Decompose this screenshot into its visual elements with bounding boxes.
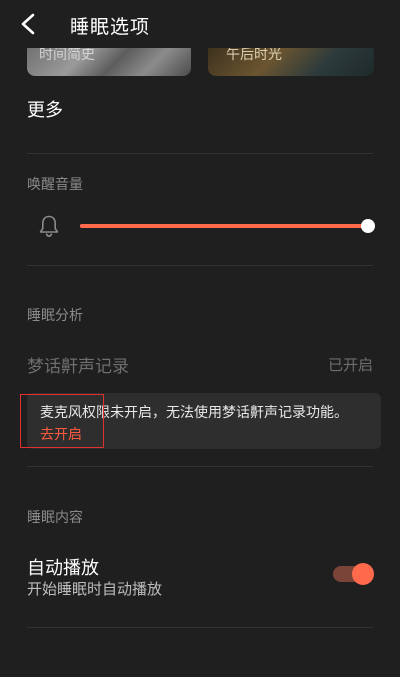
wake-volume-slider[interactable] — [80, 219, 375, 233]
autoplay-description: 开始睡眠时自动播放 — [27, 580, 163, 598]
divider — [27, 466, 373, 467]
enable-mic-link[interactable]: 去开启 — [40, 424, 82, 444]
divider — [27, 627, 373, 628]
back-button[interactable] — [12, 8, 44, 40]
toggle-knob — [352, 563, 374, 585]
page-title: 睡眠选项 — [70, 16, 151, 38]
divider — [27, 265, 373, 266]
autoplay-title: 自动播放 — [27, 558, 99, 579]
mic-permission-message: 麦克风权限未开启，无法使用梦话鼾声记录功能。 — [40, 405, 348, 421]
dream-talk-record-status: 已开启 — [327, 356, 373, 374]
bell-icon — [39, 215, 59, 238]
section-title-sleep-analysis: 睡眠分析 — [27, 308, 83, 324]
more-link[interactable]: 更多 — [27, 96, 63, 122]
sleep-options-screen: 睡眠选项 时间简史 午后时光 更多 唤醒音量 睡眠分析 梦话鼾声记录 已开启 麦… — [0, 0, 400, 677]
dream-talk-record-label: 梦话鼾声记录 — [27, 357, 129, 377]
top-bar: 睡眠选项 — [0, 0, 400, 48]
divider — [27, 153, 373, 154]
volume-slider-handle[interactable] — [361, 219, 375, 233]
mic-permission-banner: 麦克风权限未开启，无法使用梦话鼾声记录功能。 去开启 — [27, 393, 381, 449]
section-title-wake-volume: 唤醒音量 — [27, 177, 83, 193]
chevron-left-icon — [21, 13, 35, 35]
autoplay-toggle[interactable] — [333, 563, 374, 585]
section-title-sleep-content: 睡眠内容 — [27, 510, 83, 526]
volume-slider-fill — [80, 224, 368, 228]
